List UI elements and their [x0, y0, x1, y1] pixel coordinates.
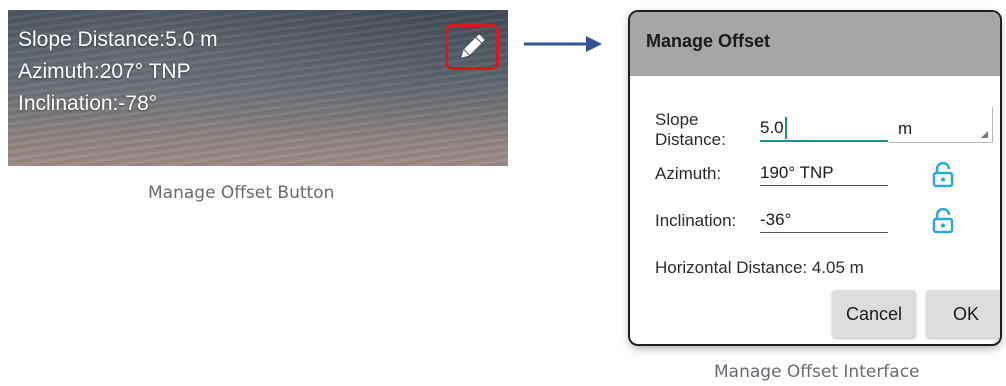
azimuth-label: Azimuth: [655, 164, 722, 183]
inclination-readout: Inclination:-78° [18, 92, 158, 115]
unit-value: m [898, 119, 913, 138]
arrow-right-icon [524, 36, 602, 52]
slope-distance-label: Slope Distance: [655, 110, 726, 150]
dropdown-caret-icon [981, 131, 988, 138]
inclination-input[interactable] [760, 207, 888, 233]
ok-button[interactable]: OK [926, 290, 1000, 338]
manage-offset-dialog: Manage Offset Slope Distance: m Azimuth:… [630, 12, 1000, 344]
cancel-button[interactable]: Cancel [832, 290, 916, 338]
slope-label-line1: Slope [655, 110, 699, 129]
dialog-title: Manage Offset [630, 12, 1000, 76]
azimuth-readout: Azimuth:207° TNP [18, 60, 191, 83]
slope-distance-input[interactable] [760, 116, 888, 142]
slope-label-line2: Distance: [655, 130, 726, 149]
horizontal-distance-text: Horizontal Distance: 4.05 m [655, 258, 864, 277]
camera-view: Slope Distance:5.0 m Azimuth:207° TNP In… [8, 10, 508, 166]
slope-distance-readout: Slope Distance:5.0 m [18, 28, 218, 51]
text-cursor [785, 117, 787, 139]
inclination-unlocked-padlock-icon[interactable] [932, 208, 954, 234]
caption-manage-offset-interface: Manage Offset Interface [714, 362, 920, 382]
pencil-icon [461, 34, 485, 58]
inclination-label: Inclination: [655, 211, 737, 230]
azimuth-unlocked-padlock-icon[interactable] [932, 162, 954, 188]
unit-dropdown[interactable]: m [889, 107, 993, 143]
manage-offset-button[interactable] [445, 24, 499, 70]
azimuth-input[interactable] [760, 160, 888, 186]
caption-manage-offset-button: Manage Offset Button [148, 183, 335, 203]
